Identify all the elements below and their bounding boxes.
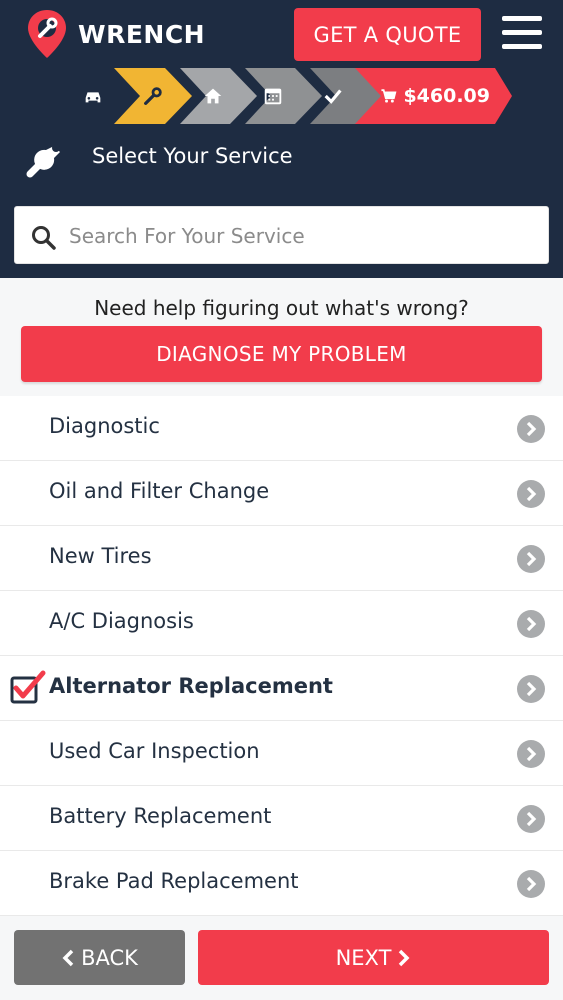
step-cart[interactable]: $460.09: [380, 68, 490, 124]
calendar-icon: [264, 88, 282, 105]
step-service[interactable]: [138, 68, 168, 124]
chevron-right-icon: [517, 740, 545, 768]
chevron-right-icon: [399, 949, 410, 966]
map-pin-logo-icon: [28, 10, 66, 58]
back-button[interactable]: BACK: [14, 930, 185, 985]
step-vehicle[interactable]: [78, 68, 108, 124]
cart-total: $460.09: [403, 85, 490, 107]
wrench-icon: [26, 144, 60, 178]
home-icon: [204, 88, 222, 104]
chevron-right-icon: [517, 675, 545, 703]
top-bar: WRENCH GET A QUOTE: [0, 0, 563, 68]
service-label: A/C Diagnosis: [49, 609, 194, 633]
search-icon: [32, 226, 56, 250]
chevron-right-icon: [517, 610, 545, 638]
check-icon: [324, 89, 342, 104]
service-label: Oil and Filter Change: [49, 479, 270, 503]
search-section: [0, 204, 563, 278]
next-button[interactable]: NEXT: [198, 930, 549, 985]
service-label: Brake Pad Replacement: [49, 869, 299, 893]
chevron-right-icon: [517, 480, 545, 508]
service-list: Diagnostic Oil and Filter Change New Tir…: [0, 396, 563, 916]
service-item-new-tires[interactable]: New Tires: [0, 526, 563, 591]
help-prompt: Need help figuring out what's wrong?: [94, 296, 469, 320]
service-item-oil-and-filter-change[interactable]: Oil and Filter Change: [0, 461, 563, 526]
service-item-alternator-replacement[interactable]: Alternator Replacement: [0, 656, 563, 721]
search-input[interactable]: [67, 215, 541, 257]
service-label: New Tires: [49, 544, 152, 568]
step-schedule[interactable]: [258, 68, 288, 124]
brand-logo[interactable]: WRENCH: [26, 8, 205, 60]
chevron-left-icon: [62, 949, 74, 966]
brand-name: WRENCH: [78, 19, 206, 49]
chevron-right-icon: [517, 805, 545, 833]
service-item-diagnostic[interactable]: Diagnostic: [0, 396, 563, 461]
step-confirm[interactable]: [318, 68, 348, 124]
service-label: Diagnostic: [49, 414, 160, 438]
hamburger-menu-icon[interactable]: [502, 16, 542, 50]
wrench-icon: [144, 87, 162, 105]
service-item-battery-replacement[interactable]: Battery Replacement: [0, 786, 563, 851]
service-item-ac-diagnosis[interactable]: A/C Diagnosis: [0, 591, 563, 656]
service-label: Used Car Inspection: [49, 739, 260, 763]
get-a-quote-button[interactable]: GET A QUOTE: [294, 8, 481, 61]
service-item-used-car-inspection[interactable]: Used Car Inspection: [0, 721, 563, 786]
chevron-right-icon: [517, 545, 545, 573]
car-icon: [85, 92, 101, 103]
footer-nav: BACK NEXT: [0, 916, 563, 1000]
search-box[interactable]: [14, 206, 549, 264]
diagnose-my-problem-button[interactable]: DIAGNOSE MY PROBLEM: [21, 326, 542, 382]
service-item-brake-pad-replacement[interactable]: Brake Pad Replacement: [0, 851, 563, 916]
step-location[interactable]: [198, 68, 228, 124]
next-label: NEXT: [335, 945, 392, 970]
cart-icon: [381, 89, 397, 103]
chevron-right-icon: [517, 870, 545, 898]
service-label: Battery Replacement: [49, 804, 272, 828]
page-title: Select Your Service: [92, 144, 293, 168]
service-label: Alternator Replacement: [49, 674, 333, 698]
back-label: BACK: [81, 945, 138, 970]
progress-stepper: $460.09: [0, 68, 563, 124]
checkbox-checked-icon[interactable]: [10, 670, 46, 706]
chevron-right-icon: [517, 415, 545, 443]
section-header: Select Your Service: [0, 124, 563, 204]
